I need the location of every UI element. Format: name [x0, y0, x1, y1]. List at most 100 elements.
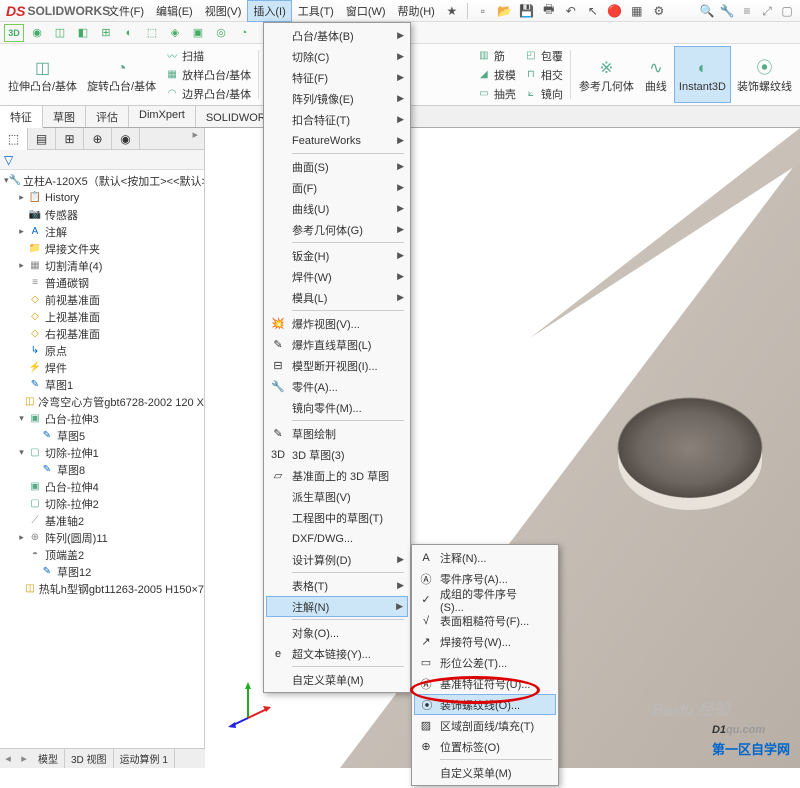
- btab-prev-icon[interactable]: ◂: [0, 749, 16, 768]
- undo-icon[interactable]: ↶: [563, 3, 579, 19]
- menu-item[interactable]: 自定义菜单(M): [266, 669, 408, 690]
- tree-toggle-icon[interactable]: ▸: [16, 260, 27, 271]
- tree-item[interactable]: ▸⊕阵列(圆周)11: [0, 529, 204, 546]
- tree-item[interactable]: ◫冷弯空心方管gbt6728-2002 120 X: [0, 393, 204, 410]
- menu-item[interactable]: e超文本链接(Y)...: [266, 643, 408, 664]
- menu-item[interactable]: 曲面(S)▶: [266, 156, 408, 177]
- tab-evaluate[interactable]: 评估: [86, 106, 129, 127]
- menu-item[interactable]: 切除(C)▶: [266, 46, 408, 67]
- print-icon[interactable]: 🖶: [541, 3, 557, 19]
- rib-button[interactable]: ▥筋: [474, 47, 519, 65]
- extrude-boss-button[interactable]: ◫拉伸凸台/基体: [4, 46, 81, 103]
- tree-item[interactable]: ▸▦切割清单(4): [0, 257, 204, 274]
- boundary-button[interactable]: ◠边界凸台/基体: [162, 85, 254, 103]
- btab-3dview[interactable]: 3D 视图: [65, 749, 114, 768]
- menu-item[interactable]: ↗焊接符号(W)...: [414, 631, 556, 652]
- menu-edit[interactable]: 编辑(E): [150, 0, 199, 22]
- menu-item[interactable]: 设计算例(D)▶: [266, 549, 408, 570]
- curves-button[interactable]: ∿曲线: [640, 46, 672, 103]
- save-icon[interactable]: 💾: [519, 3, 535, 19]
- tree-item[interactable]: ▾▢切除-拉伸1: [0, 444, 204, 461]
- tree-item[interactable]: ✎草图12: [0, 563, 204, 580]
- open-icon[interactable]: 📂: [497, 3, 513, 19]
- menu-item[interactable]: 特征(F)▶: [266, 67, 408, 88]
- menu-item[interactable]: 钣金(H)▶: [266, 245, 408, 266]
- shell-button[interactable]: ▭抽壳: [474, 85, 519, 103]
- menu-item[interactable]: 曲线(U)▶: [266, 198, 408, 219]
- pin-icon[interactable]: ★: [444, 3, 460, 19]
- tree-item[interactable]: ◇前视基准面: [0, 291, 204, 308]
- menu-item[interactable]: ▭形位公差(T)...: [414, 652, 556, 673]
- tree-item[interactable]: ✎草图1: [0, 376, 204, 393]
- menu-item[interactable]: 扣合特征(T)▶: [266, 109, 408, 130]
- tree-toggle-icon[interactable]: ▾: [16, 447, 27, 458]
- layer-icon[interactable]: ≡: [738, 2, 756, 20]
- menu-item[interactable]: 3D3D 草图(3): [266, 444, 408, 465]
- tree-item[interactable]: ⚡焊件: [0, 359, 204, 376]
- menu-item[interactable]: √表面粗糙符号(F)...: [414, 610, 556, 631]
- menu-item[interactable]: 🔧零件(A)...: [266, 376, 408, 397]
- menu-item[interactable]: A注释(N)...: [414, 547, 556, 568]
- cosmetic-thread-button[interactable]: ⦿装饰螺纹线: [733, 46, 796, 103]
- menu-item[interactable]: ⦿装饰螺纹线(O)...: [414, 694, 556, 715]
- tree-item[interactable]: ▸📋History: [0, 189, 204, 206]
- box-icon[interactable]: ▢: [778, 2, 796, 20]
- tree-root[interactable]: ▾ 🔧 立柱A-120X5（默认<按加工><<默认>: [0, 172, 204, 189]
- ref-geom-button[interactable]: ※参考几何体: [575, 46, 638, 103]
- tool-icon[interactable]: ◧: [73, 24, 93, 42]
- menu-item[interactable]: 注解(N)▶: [266, 596, 408, 617]
- side-tab-dim[interactable]: ⊕: [84, 128, 112, 150]
- search-icon[interactable]: 🔍: [698, 2, 716, 20]
- filter-icon[interactable]: ▽: [4, 153, 13, 167]
- loft-button[interactable]: ▦放样凸台/基体: [162, 66, 254, 84]
- wrap-button[interactable]: ◰包覆: [521, 47, 566, 65]
- menu-item[interactable]: FeatureWorks▶: [266, 130, 408, 151]
- tool-icon[interactable]: ▣: [188, 24, 208, 42]
- tree-item[interactable]: ✎草图5: [0, 427, 204, 444]
- tab-dimxpert[interactable]: DimXpert: [129, 106, 196, 127]
- tab-feature[interactable]: 特征: [0, 106, 43, 128]
- menu-item[interactable]: 💥爆炸视图(V)...: [266, 313, 408, 334]
- tree-toggle-icon[interactable]: ▸: [16, 226, 27, 237]
- menu-help[interactable]: 帮助(H): [392, 0, 441, 22]
- instant3d-button[interactable]: ◐Instant3D: [674, 46, 731, 103]
- menu-item[interactable]: 面(F)▶: [266, 177, 408, 198]
- menu-item[interactable]: 参考几何体(G)▶: [266, 219, 408, 240]
- side-tab-tree[interactable]: ⬚: [0, 128, 28, 150]
- rebuild-icon[interactable]: 🔴: [607, 3, 623, 19]
- draft-button[interactable]: ◢拔模: [474, 66, 519, 84]
- new-icon[interactable]: ▫: [475, 3, 491, 19]
- menu-item[interactable]: DXF/DWG...: [266, 528, 408, 549]
- tree-item[interactable]: ⟋基准轴2: [0, 512, 204, 529]
- menu-item[interactable]: 模具(L)▶: [266, 287, 408, 308]
- tree-item[interactable]: ▾▣凸台-拉伸3: [0, 410, 204, 427]
- tree-item[interactable]: 📷传感器: [0, 206, 204, 223]
- settings-icon[interactable]: ⚙: [651, 3, 667, 19]
- tool-icon[interactable]: ◉: [27, 24, 47, 42]
- tree-item[interactable]: ✎草图8: [0, 461, 204, 478]
- btab-model[interactable]: 模型: [32, 749, 65, 768]
- menu-item[interactable]: 自定义菜单(M): [414, 762, 556, 783]
- intersect-button[interactable]: ⊓相交: [521, 66, 566, 84]
- 3d-tool-icon[interactable]: 3D: [4, 24, 24, 42]
- side-tab-prop[interactable]: ▤: [28, 128, 56, 150]
- menu-item[interactable]: ⊟模型断开视图(I)...: [266, 355, 408, 376]
- menu-view[interactable]: 视图(V): [199, 0, 248, 22]
- tree-item[interactable]: ≡普通碳钢: [0, 274, 204, 291]
- tab-sketch[interactable]: 草图: [43, 106, 86, 127]
- tool-icon[interactable]: ◈: [165, 24, 185, 42]
- expand-icon[interactable]: ⤢: [758, 2, 776, 20]
- tree-toggle-icon[interactable]: ▾: [16, 413, 27, 424]
- revolve-boss-button[interactable]: ◔旋转凸台/基体: [83, 46, 160, 103]
- tool-icon[interactable]: ◫: [50, 24, 70, 42]
- tree-item[interactable]: ◫热轧h型钢gbt11263-2005 H150×7: [0, 580, 204, 597]
- menu-item[interactable]: 表格(T)▶: [266, 575, 408, 596]
- tree-toggle-icon[interactable]: ▸: [16, 192, 27, 203]
- options-icon[interactable]: ▦: [629, 3, 645, 19]
- tool-icon[interactable]: ⊞: [96, 24, 116, 42]
- menu-tools[interactable]: 工具(T): [292, 0, 340, 22]
- btab-next-icon[interactable]: ▸: [16, 749, 32, 768]
- side-tab-config[interactable]: ⊞: [56, 128, 84, 150]
- tree-item[interactable]: ▢切除-拉伸2: [0, 495, 204, 512]
- tool-icon[interactable]: ◔: [234, 24, 254, 42]
